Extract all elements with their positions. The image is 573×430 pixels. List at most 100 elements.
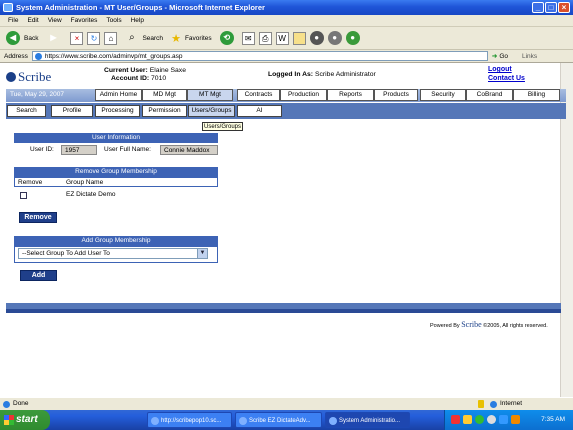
current-user-label: Current User: [104, 67, 148, 74]
tooltip: Users/Groups [202, 122, 244, 131]
browser-toolbar: ◀ Back ▶ × ↻ ⌂ ⌕ Search ★ Favorites ⟲ ✉ … [0, 27, 573, 50]
ie-task-icon [151, 417, 159, 425]
remove-checkbox[interactable] [20, 192, 27, 199]
ie-icon [3, 3, 13, 12]
search-button-label[interactable]: Search [142, 35, 163, 42]
remove-table-header: Remove Group Name [14, 177, 218, 187]
tab-reports[interactable]: Reports [327, 89, 374, 101]
research-icon[interactable]: ● [327, 31, 342, 45]
stop-icon[interactable]: × [70, 31, 84, 45]
subtab-users-groups[interactable]: Users/Groups [188, 105, 235, 117]
favorites-button-label[interactable]: Favorites [185, 35, 212, 42]
menu-file[interactable]: File [8, 17, 18, 24]
back-button-label[interactable]: Back [24, 35, 38, 42]
logo-text: Scribe [18, 69, 52, 84]
back-arrow-icon[interactable]: ◀ [6, 31, 20, 45]
tab-cobrand[interactable]: CoBrand [466, 89, 513, 101]
clock[interactable]: 7:35 AM [541, 416, 565, 423]
current-user: Current User: Elaine Saxe [104, 67, 186, 74]
remove-button[interactable]: Remove [19, 212, 57, 223]
group-select[interactable]: --Select Group To Add User To ▼ [18, 248, 208, 259]
tab-md-mgt[interactable]: MD Mgt [142, 89, 187, 101]
group-select-value: --Select Group To Add User To [22, 250, 110, 257]
user-full-name-value: Connie Maddox [160, 145, 218, 155]
home-icon[interactable]: ⌂ [104, 31, 118, 45]
user-id-label: User ID: [30, 146, 54, 153]
tray-icon[interactable] [463, 415, 472, 424]
taskbar-item-ie1[interactable]: http://scribepop10.sc... [147, 412, 232, 428]
start-button[interactable]: start [0, 410, 50, 430]
status-bar: Done Internet [0, 397, 573, 410]
subtab-profile[interactable]: Profile [51, 105, 93, 117]
discuss-icon[interactable] [292, 31, 306, 45]
tab-admin-home[interactable]: Admin Home [95, 89, 142, 101]
taskbar-item-ie2[interactable]: Scribe EZ DictateAdv... [235, 412, 322, 428]
logged-in-as: Logged In As: Scribe Administrator [268, 71, 376, 78]
menu-tools[interactable]: Tools [106, 17, 121, 24]
menu-edit[interactable]: Edit [27, 17, 38, 24]
windows-logo-icon [4, 415, 14, 425]
tray-icon[interactable] [511, 415, 520, 424]
powered-by: Powered By Scribe ©2005, All rights rese… [430, 320, 548, 329]
current-date: Tue, May 29, 2007 [10, 91, 64, 98]
col-group-name: Group Name [66, 179, 104, 186]
tab-contracts[interactable]: Contracts [237, 89, 280, 101]
task-label: Scribe EZ DictateAdv... [249, 418, 311, 424]
page-icon [34, 53, 42, 60]
tab-products[interactable]: Products [374, 89, 418, 101]
menu-favorites[interactable]: Favorites [71, 17, 98, 24]
tab-production[interactable]: Production [280, 89, 327, 101]
subtab-processing[interactable]: Processing [95, 105, 140, 117]
tray-icon[interactable] [451, 415, 460, 424]
chevron-down-icon[interactable]: ▼ [197, 249, 207, 258]
tab-mt-mgt[interactable]: MT Mgt [187, 89, 233, 101]
scribe-logo-icon [6, 72, 16, 82]
tab-security[interactable]: Security [420, 89, 466, 101]
tab-billing[interactable]: Billing [513, 89, 560, 101]
user-full-name-label: User Full Name: [104, 146, 151, 153]
ie-task-icon [329, 417, 337, 425]
menu-view[interactable]: View [48, 17, 62, 24]
add-button[interactable]: Add [20, 270, 57, 281]
address-input[interactable]: https://www.scribe.com/adminvp/mt_groups… [31, 51, 488, 61]
history-icon[interactable]: ⟲ [219, 31, 234, 45]
close-button[interactable]: × [558, 2, 570, 13]
powered-by-label: Powered By [430, 323, 460, 329]
tray-icon[interactable] [499, 415, 508, 424]
status-text: Done [13, 400, 29, 407]
taskbar-item-ie3[interactable]: System Administratio... [325, 412, 410, 428]
toolbar-extra-icon[interactable]: ● [345, 31, 360, 45]
edit-icon[interactable]: W [275, 31, 289, 45]
window-title: System Administration - MT User/Groups -… [16, 3, 265, 12]
tray-icon[interactable] [487, 415, 496, 424]
footer-scribe-logo: Scribe [461, 320, 482, 329]
add-group-heading: Add Group Membership [14, 236, 218, 246]
go-button[interactable]: Go [499, 53, 508, 60]
minimize-button[interactable]: _ [532, 2, 544, 13]
links-button[interactable]: Links [522, 53, 537, 60]
address-bar: Address https://www.scribe.com/adminvp/m… [0, 50, 573, 63]
contact-us-link[interactable]: Contact Us [488, 75, 525, 82]
search-icon[interactable]: ⌕ [125, 32, 138, 45]
task-label: System Administratio... [339, 418, 401, 424]
logout-link[interactable]: Logout [488, 66, 512, 73]
system-tray: 7:35 AM [444, 410, 573, 430]
mail-icon[interactable]: ✉ [241, 31, 255, 45]
subtab-search[interactable]: Search [7, 105, 46, 117]
logged-in-value: Scribe Administrator [314, 71, 376, 78]
subtab-permission[interactable]: Permission [142, 105, 187, 117]
account-id: Account ID: 7010 [111, 75, 166, 82]
messenger-icon[interactable]: ● [309, 31, 324, 45]
refresh-icon[interactable]: ↻ [87, 31, 101, 45]
current-user-value: Elaine Saxe [149, 67, 186, 74]
subtab-ai[interactable]: AI [237, 105, 282, 117]
menu-help[interactable]: Help [131, 17, 144, 24]
go-arrow-icon[interactable]: ➜ [492, 52, 497, 60]
print-icon[interactable]: ⎙ [258, 31, 272, 45]
favorites-star-icon[interactable]: ★ [171, 32, 181, 45]
maximize-button[interactable]: □ [545, 2, 557, 13]
tray-icon[interactable] [475, 415, 484, 424]
lock-icon [478, 400, 484, 408]
task-label: http://scribepop10.sc... [161, 418, 222, 424]
forward-arrow-icon[interactable]: ▶ [46, 31, 60, 45]
